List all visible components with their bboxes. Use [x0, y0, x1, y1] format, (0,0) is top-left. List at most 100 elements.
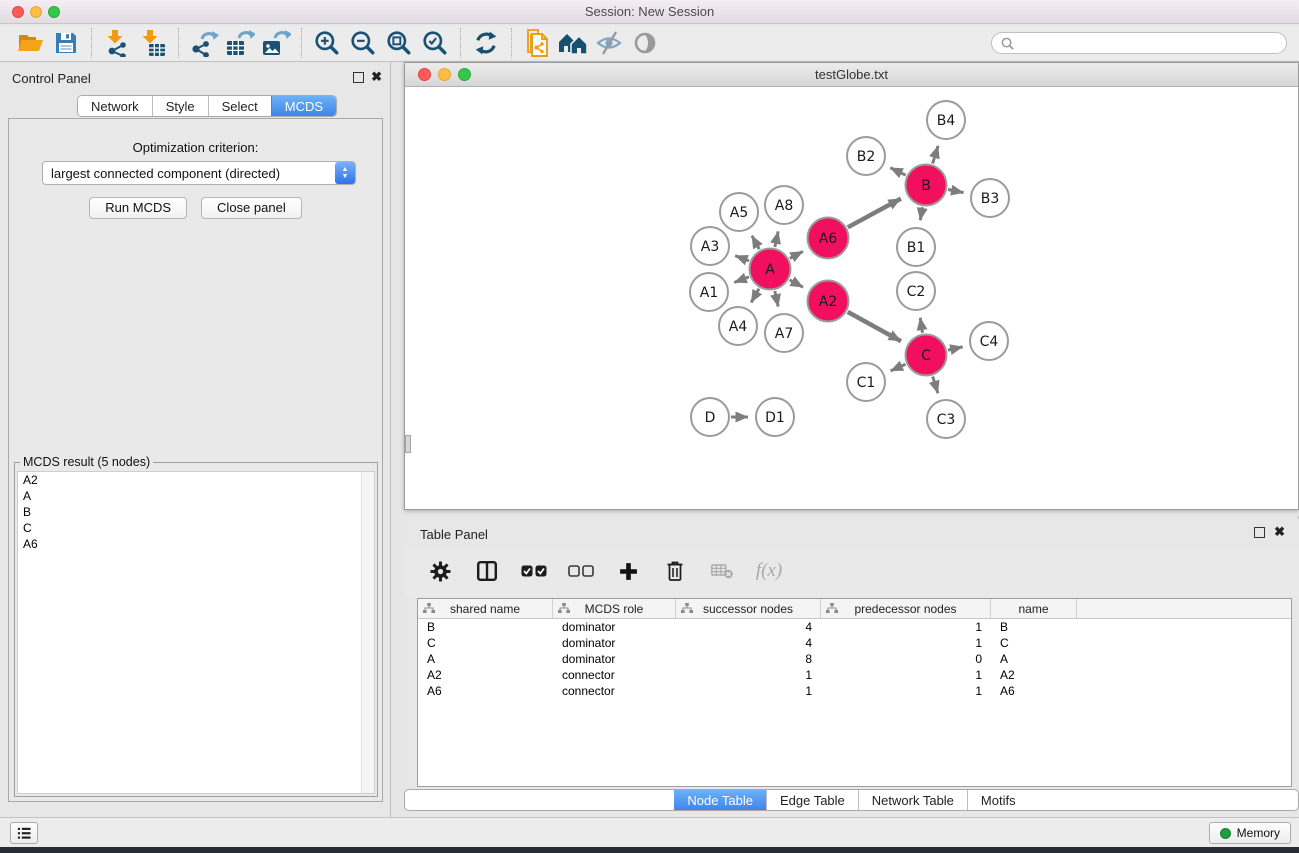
control-panel-close-button[interactable]: ✖ [371, 69, 382, 85]
column-header-successor-nodes[interactable]: successor nodes [676, 599, 821, 618]
optimization-select[interactable]: largest connected component (directed) ▲… [42, 161, 356, 185]
graph-node-label: A2 [819, 294, 837, 310]
table-cell: A6 [418, 683, 553, 699]
deselect-all-button[interactable] [567, 557, 595, 585]
graph-edge-C-C3[interactable] [933, 377, 938, 394]
graph-edge-A-A6[interactable] [790, 251, 803, 258]
column-header-shared-name[interactable]: shared name [418, 599, 553, 618]
graph-edge-A-A1[interactable] [734, 277, 749, 283]
import-table-button[interactable] [135, 27, 171, 59]
home-overview-button[interactable] [555, 27, 591, 59]
network-canvas[interactable]: B4B2BB3A8A5A6A3B1AA1C2A2A4A7C4CC1C3DD1 [406, 87, 1297, 508]
mcds-result-item-b[interactable]: B [18, 504, 374, 520]
graph-edge-A-A3[interactable] [735, 256, 749, 261]
tab-style[interactable]: Style [152, 96, 208, 116]
search-input[interactable] [1020, 36, 1278, 50]
mcds-result-item-c[interactable]: C [18, 520, 374, 536]
table-panel-float-button[interactable] [1254, 527, 1265, 538]
table-row-a6[interactable]: A6connector11A6 [418, 683, 1291, 699]
copy-document-icon [524, 29, 550, 57]
zoom-fit-button[interactable] [381, 27, 417, 59]
delete-table-button[interactable] [708, 557, 736, 585]
graph-edge-C-C1[interactable] [891, 364, 906, 371]
graph-edge-B-B3[interactable] [948, 190, 964, 193]
toolbar-separator [460, 28, 461, 58]
status-bar: Memory [0, 817, 1299, 847]
zoom-in-icon [314, 30, 340, 56]
table-tabs: Node TableEdge TableNetwork TableMotifs [404, 789, 1299, 811]
graph-node-label: C2 [907, 284, 926, 300]
graph-edge-A-A5[interactable] [752, 236, 759, 250]
tab-mcds[interactable]: MCDS [271, 96, 336, 116]
import-network-button[interactable] [99, 27, 135, 59]
show-details-button[interactable] [627, 27, 663, 59]
tab-motifs[interactable]: Motifs [967, 790, 1029, 810]
table-settings-button[interactable] [426, 557, 454, 585]
column-header-predecessor-nodes[interactable]: predecessor nodes [821, 599, 991, 618]
select-all-button[interactable] [520, 557, 548, 585]
graph-edge-A-A7[interactable] [775, 291, 778, 307]
graph-edge-A-A8[interactable] [775, 231, 778, 247]
save-session-button[interactable] [48, 27, 84, 59]
zoom-out-button[interactable] [345, 27, 381, 59]
refresh-layout-button[interactable] [468, 27, 504, 59]
table-panel-close-button[interactable]: ✖ [1274, 524, 1285, 540]
mcds-result-item-a6[interactable]: A6 [18, 536, 374, 552]
column-header-name[interactable]: name [991, 599, 1077, 618]
tab-network-table[interactable]: Network Table [858, 790, 967, 810]
graph-edge-B-B4[interactable] [933, 146, 939, 164]
task-history-button[interactable] [10, 822, 38, 844]
table-row-a[interactable]: Adominator80A [418, 651, 1291, 667]
open-session-button[interactable] [12, 27, 48, 59]
function-builder-button[interactable]: f(x) [755, 557, 783, 585]
graph-edge-A-A4[interactable] [751, 289, 759, 303]
hide-details-button[interactable] [591, 27, 627, 59]
graph-node-label: A7 [775, 326, 793, 342]
graph-node-label: B1 [907, 240, 926, 256]
mcds-result-title: MCDS result (5 nodes) [20, 455, 153, 469]
control-panel-float-button[interactable] [353, 72, 364, 83]
graph-edge-B-B2[interactable] [890, 168, 905, 176]
memory-button[interactable]: Memory [1209, 822, 1291, 844]
run-mcds-button[interactable]: Run MCDS [89, 197, 187, 219]
column-header-MCDS-role[interactable]: MCDS role [553, 599, 676, 618]
table-cell: 0 [821, 651, 991, 667]
graph-edge-B-B1[interactable] [920, 207, 922, 220]
node-table-header: shared nameMCDS rolesuccessor nodesprede… [418, 599, 1291, 619]
graph-node-label: A [765, 262, 775, 278]
graph-edge-C-C2[interactable] [920, 318, 922, 333]
table-row-b[interactable]: Bdominator41B [418, 619, 1291, 635]
delete-column-button[interactable] [661, 557, 689, 585]
table-row-c[interactable]: Cdominator41C [418, 635, 1291, 651]
copy-document-button[interactable] [519, 27, 555, 59]
search-field[interactable] [991, 32, 1287, 54]
graph-edge-C-C4[interactable] [948, 347, 963, 350]
table-row-a2[interactable]: A2connector11A2 [418, 667, 1291, 683]
search-icon [1000, 36, 1015, 51]
split-columns-button[interactable] [473, 557, 501, 585]
zoom-selected-button[interactable] [417, 27, 453, 59]
mcds-result-item-a2[interactable]: A2 [18, 472, 374, 488]
table-cell: 1 [676, 683, 821, 699]
export-table-button[interactable] [222, 27, 258, 59]
graph-edge-A2-C[interactable] [848, 312, 901, 341]
window-title: Session: New Session [0, 4, 1299, 19]
splitpane-grip[interactable] [405, 435, 411, 453]
zoom-in-button[interactable] [309, 27, 345, 59]
save-floppy-icon [54, 31, 78, 55]
graph-edge-A-A2[interactable] [790, 280, 803, 287]
add-column-button[interactable] [614, 557, 642, 585]
close-panel-button[interactable]: Close panel [201, 197, 302, 219]
tab-select[interactable]: Select [208, 96, 271, 116]
export-image-button[interactable] [258, 27, 294, 59]
list-scrollbar[interactable] [361, 472, 374, 793]
table-cell: A2 [991, 667, 1077, 683]
mcds-result-item-a[interactable]: A [18, 488, 374, 504]
export-network-button[interactable] [186, 27, 222, 59]
graph-edge-A6-B[interactable] [848, 199, 901, 228]
tab-node-table[interactable]: Node Table [674, 790, 766, 810]
node-table: shared nameMCDS rolesuccessor nodesprede… [417, 598, 1292, 787]
tab-edge-table[interactable]: Edge Table [766, 790, 858, 810]
tab-network[interactable]: Network [78, 96, 152, 116]
optimization-criterion-label: Optimization criterion: [9, 140, 382, 155]
